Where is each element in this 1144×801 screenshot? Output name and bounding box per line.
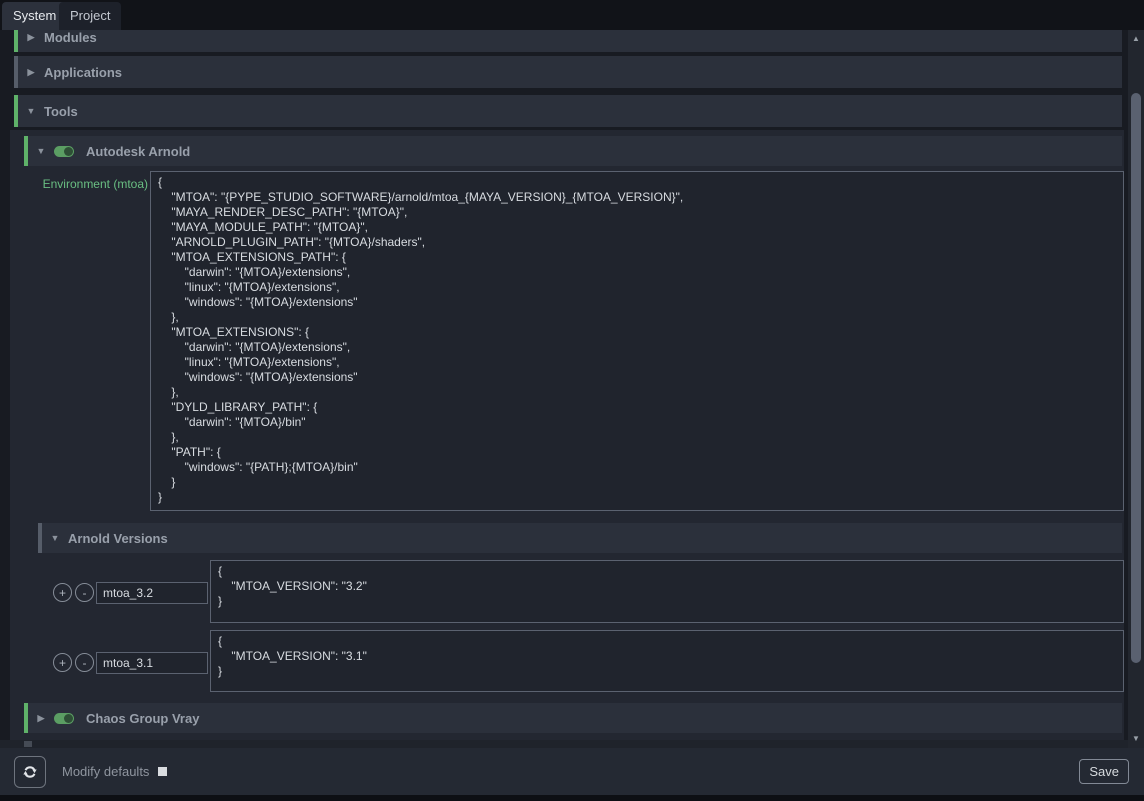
settings-window: System Project ▶ Modules ▶ Applications … <box>0 0 1144 801</box>
arnold-enabled-toggle[interactable] <box>54 146 74 157</box>
modify-defaults-label: Modify defaults <box>62 764 149 779</box>
chevron-down-icon: ▼ <box>34 146 48 156</box>
section-header-chaos-group-vray[interactable]: ▶ Chaos Group Vray <box>24 703 1122 733</box>
environment-mtoa-editor[interactable]: { "MTOA": "{PYPE_STUDIO_SOFTWARE}/arnold… <box>150 171 1124 511</box>
chevron-right-icon: ▶ <box>24 67 38 78</box>
add-version-button[interactable]: + <box>53 583 72 602</box>
section-header-autodesk-arnold[interactable]: ▼ Autodesk Arnold <box>24 136 1122 166</box>
section-label: Chaos Group Vray <box>86 711 199 726</box>
section-label: Tools <box>44 104 78 119</box>
chevron-right-icon: ▶ <box>24 32 38 43</box>
vertical-scrollbar-thumb[interactable] <box>1131 93 1141 663</box>
refresh-button[interactable] <box>14 756 46 788</box>
section-header-modules[interactable]: ▶ Modules <box>14 30 1122 52</box>
section-label: Applications <box>44 65 122 80</box>
refresh-icon <box>21 763 39 781</box>
tab-project[interactable]: Project <box>59 2 121 30</box>
version-key-input[interactable] <box>96 652 208 674</box>
version-json-editor[interactable]: { "MTOA_VERSION": "3.1" } <box>210 630 1124 692</box>
section-label: Arnold Versions <box>68 531 168 546</box>
modify-defaults-checkbox[interactable] <box>158 767 167 776</box>
version-json-editor[interactable]: { "MTOA_VERSION": "3.2" } <box>210 560 1124 623</box>
chevron-down-icon: ▼ <box>48 533 62 543</box>
horizontal-scrollbar[interactable] <box>0 740 1128 748</box>
tab-bar: System Project <box>0 0 1144 30</box>
section-header-arnold-versions[interactable]: ▼ Arnold Versions <box>38 523 1122 553</box>
horizontal-scrollbar-thumb[interactable] <box>24 741 32 747</box>
scroll-down-icon[interactable]: ▼ <box>1128 734 1144 743</box>
scroll-up-icon[interactable]: ▲ <box>1128 34 1144 43</box>
section-label: Modules <box>44 30 97 45</box>
vertical-scrollbar[interactable]: ▲ ▼ <box>1128 30 1144 748</box>
window-bottom-edge <box>0 795 1144 801</box>
tools-panel: ▼ Autodesk Arnold Environment (mtoa) { "… <box>10 130 1124 740</box>
remove-version-button[interactable]: - <box>75 653 94 672</box>
remove-version-button[interactable]: - <box>75 583 94 602</box>
version-key-input[interactable] <box>96 582 208 604</box>
footer-bar: Modify defaults Save <box>0 748 1144 795</box>
settings-scroll-area: ▶ Modules ▶ Applications ▼ Tools ▼ Autod… <box>0 30 1128 740</box>
chevron-right-icon: ▶ <box>34 713 48 724</box>
environment-mtoa-label: Environment (mtoa) <box>25 177 148 191</box>
save-button[interactable]: Save <box>1079 759 1129 784</box>
section-header-applications[interactable]: ▶ Applications <box>14 56 1122 88</box>
vray-enabled-toggle[interactable] <box>54 713 74 724</box>
section-label: Autodesk Arnold <box>86 144 190 159</box>
chevron-down-icon: ▼ <box>24 106 38 116</box>
section-header-tools[interactable]: ▼ Tools <box>14 95 1122 127</box>
add-version-button[interactable]: + <box>53 653 72 672</box>
tab-system[interactable]: System <box>2 2 67 30</box>
